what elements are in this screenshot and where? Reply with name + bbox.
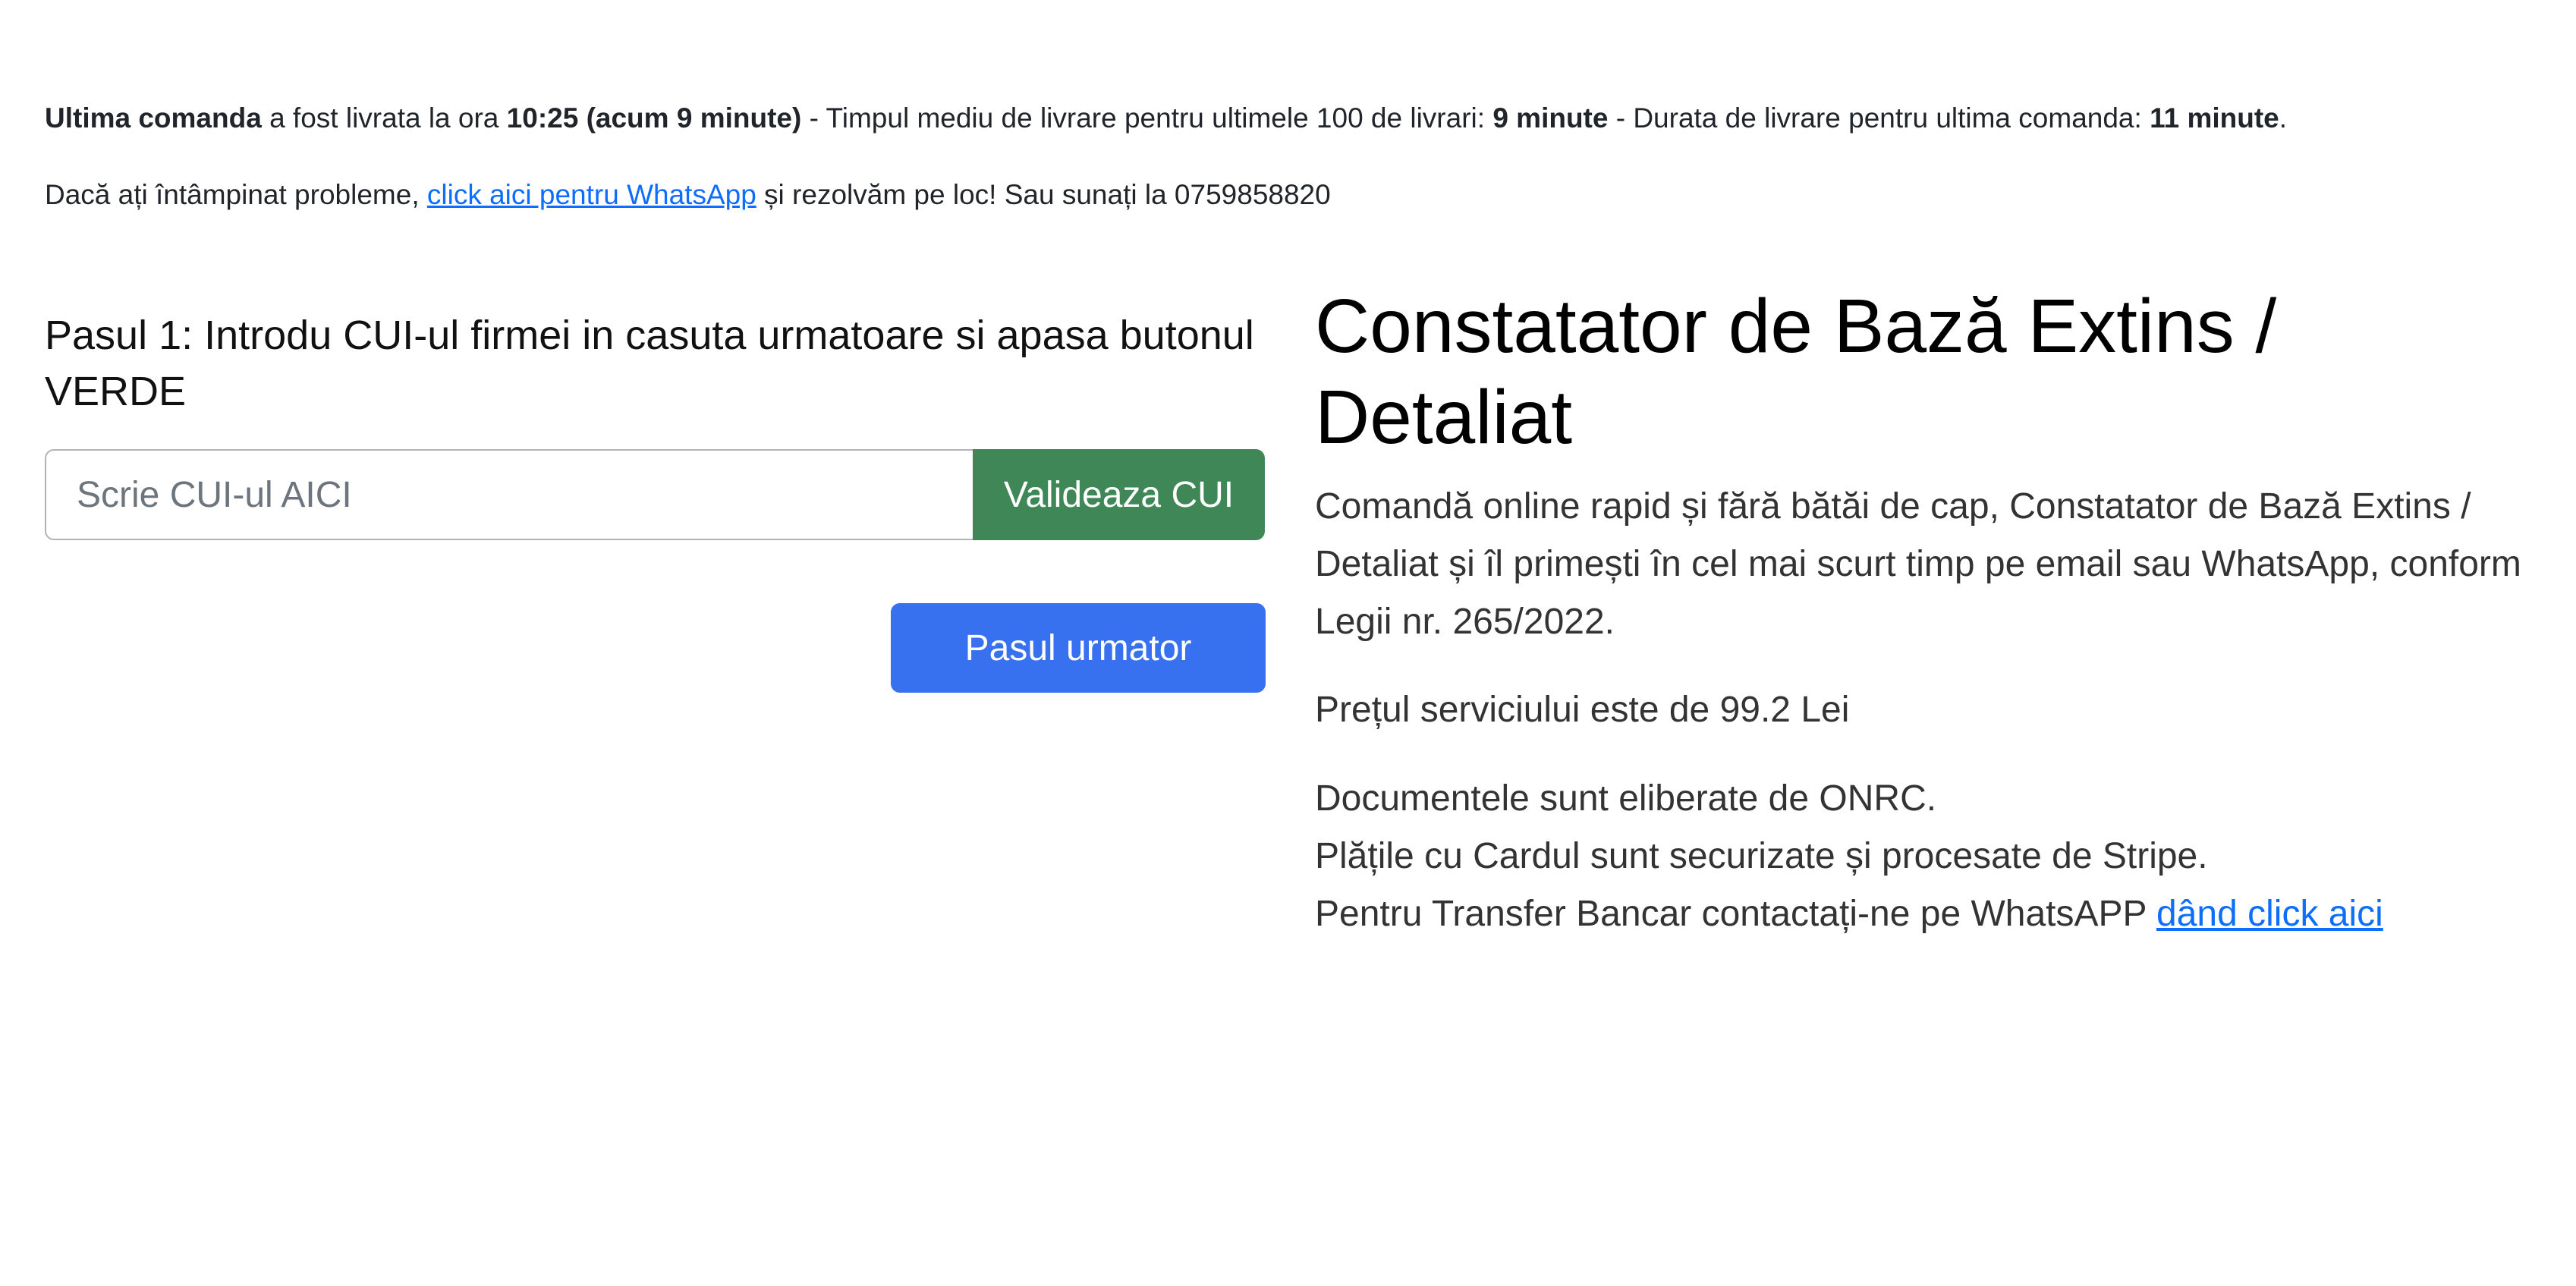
last-order-label: Ultima comanda — [45, 102, 262, 134]
product-description: Comandă online rapid și fără bătăi de ca… — [1315, 486, 2521, 642]
next-step-button[interactable]: Pasul urmator — [891, 603, 1266, 693]
delivery-status-line: Ultima comanda a fost livrata la ora 10:… — [45, 97, 2549, 140]
delivered-text: a fost livrata la ora — [261, 102, 507, 134]
price-text: Prețul serviciului este de 99.2 Lei — [1315, 690, 1850, 730]
help-suffix: și rezolvăm pe loc! Sau sunați la 075985… — [756, 179, 1331, 210]
delivered-time: 10:25 (acum 9 minute) — [506, 102, 802, 134]
help-line: Dacă ați întâmpinat probleme, click aici… — [45, 174, 2549, 216]
avg-delivery-text: - Timpul mediu de livrare pentru ultimel… — [801, 102, 1493, 134]
cui-input[interactable] — [45, 449, 973, 540]
product-title: Constatator de Bază Extins / Detaliat — [1315, 284, 2277, 460]
transfer-prefix: Pentru Transfer Bancar contactați-ne pe … — [1315, 894, 2157, 934]
step1-title: Pasul 1: Introdu CUI-ul firmei in casuta… — [45, 313, 1254, 414]
issued-by-text: Documentele sunt eliberate de ONRC. — [1315, 778, 1937, 819]
cui-input-group: Valideaza CUI — [45, 449, 1265, 540]
avg-delivery-value: 9 minute — [1492, 102, 1609, 134]
help-prefix: Dacă ați întâmpinat probleme, — [45, 179, 427, 210]
last-duration-value: 11 minute — [2150, 102, 2279, 134]
payments-text: Plățile cu Cardul sunt securizate și pro… — [1315, 836, 2208, 876]
validate-cui-button[interactable]: Valideaza CUI — [973, 449, 1265, 540]
transfer-line: Pentru Transfer Bancar contactați-ne pe … — [1315, 885, 2529, 943]
status-end: . — [2279, 102, 2288, 134]
whatsapp-link[interactable]: click aici pentru WhatsApp — [427, 179, 756, 210]
transfer-whatsapp-link[interactable]: dând click aici — [2156, 894, 2383, 934]
info-block: Documentele sunt eliberate de ONRC. Plăț… — [1315, 770, 2529, 943]
page: Ultima comanda a fost livrata la ora 10:… — [0, 0, 2576, 1286]
last-duration-text: - Durata de livrare pentru ultima comand… — [1608, 102, 2150, 134]
